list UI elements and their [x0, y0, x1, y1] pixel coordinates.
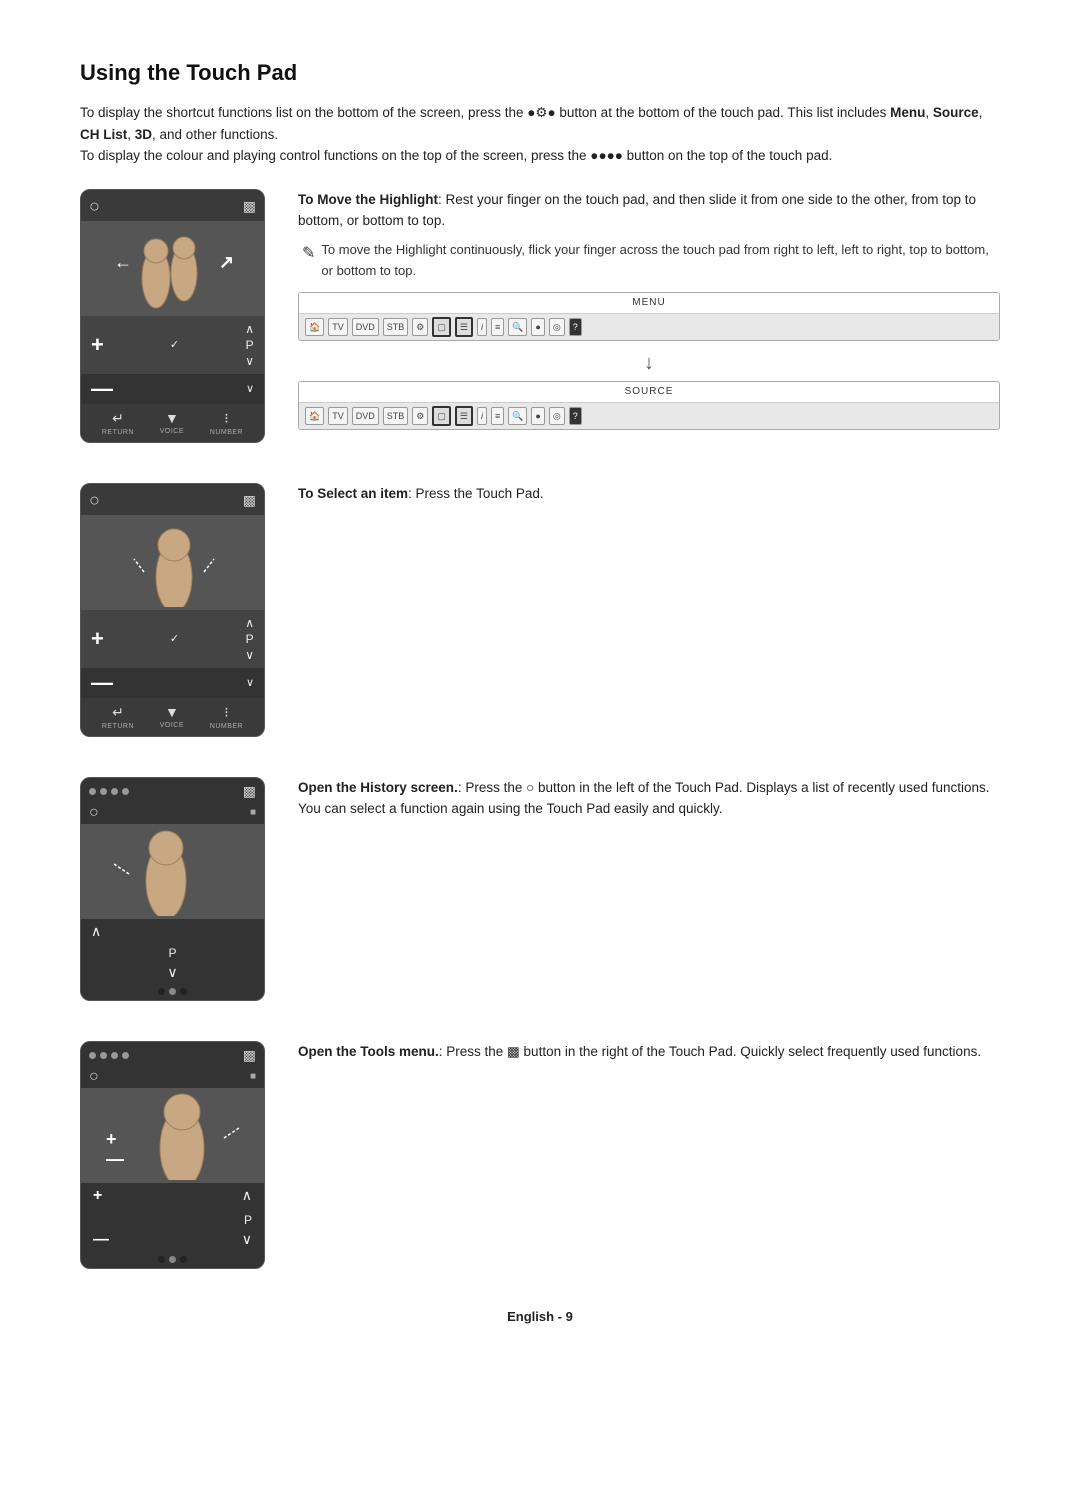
- remote-history-icon: ○: [89, 196, 100, 217]
- remote-tools-icon-3: ▩: [243, 783, 256, 800]
- remote-image-2: ○ ▩ + ✓ ∧ P ∨: [80, 483, 270, 737]
- section-move-highlight: ○ ▩ ← ↗: [80, 189, 1000, 443]
- section-tools: ▩ ○ ■ + — +: [80, 1041, 1000, 1269]
- remote-bottom-buttons: ↵ RETURN ▼ VOICE ⁝ NUMBER: [81, 404, 264, 442]
- remote-hand-area-3: [81, 824, 265, 919]
- hand-svg-1: ← ↗: [94, 223, 254, 313]
- svg-text:↗: ↗: [219, 252, 234, 272]
- section-text-1: To Move the Highlight: Rest your finger …: [298, 189, 1000, 437]
- move-highlight-text: To Move the Highlight: Rest your finger …: [298, 189, 1000, 232]
- remote-check: ✓: [170, 338, 179, 351]
- source-bar-icons: 🏠 TV DVD STB ⚙ ▢ ☰ i ≡ 🔍 ● ◎ ?: [299, 403, 999, 429]
- history-text: Open the History screen.: Press the ○ bu…: [298, 777, 1000, 820]
- tools-text: Open the Tools menu.: Press the ▩ button…: [298, 1041, 1000, 1063]
- menu-bar-wrapper: MENU 🏠 TV DVD STB ⚙ ▢ ☰ i ≡ 🔍 ● ◎ ? ↓: [298, 292, 1000, 431]
- remote-control-1: ○ ▩ ← ↗: [80, 189, 265, 443]
- hand-svg-3: [94, 826, 254, 916]
- note-icon: ✎: [302, 241, 315, 282]
- remote-tools-icon-2: ▩: [243, 492, 256, 509]
- remote-minus: —: [91, 376, 113, 402]
- remote-return-btn: ↵ RETURN: [102, 410, 134, 436]
- remote-control-4: ▩ ○ ■ + — +: [80, 1041, 265, 1269]
- remote-image-4: ▩ ○ ■ + — +: [80, 1041, 270, 1269]
- remote-image-1: ○ ▩ ← ↗: [80, 189, 270, 443]
- svg-text:+: +: [106, 1129, 117, 1149]
- remote-hand-area-4: + —: [81, 1088, 265, 1183]
- remote-dots-row: ▩: [81, 778, 264, 802]
- remote-control-3: ▩ ○ ■ ∧ P: [80, 777, 265, 1001]
- remote-history-icon-3: ○: [89, 804, 99, 822]
- remote-mid-row: + ✓ ∧ P ∨: [81, 316, 264, 374]
- hand-svg-4: + —: [94, 1090, 254, 1180]
- remote-control-2: ○ ▩ + ✓ ∧ P ∨: [80, 483, 265, 737]
- remote-tools-icon: ▩: [243, 198, 256, 215]
- intro-text: To display the shortcut functions list o…: [80, 102, 1000, 167]
- arrow-down: ↓: [298, 347, 1000, 379]
- source-bar-title: SOURCE: [299, 382, 999, 403]
- remote-hand-area-1: ← ↗: [81, 221, 265, 316]
- move-highlight-note: ✎ To move the Highlight continuously, fl…: [298, 240, 1000, 282]
- section-text-3: Open the History screen.: Press the ○ bu…: [298, 777, 1000, 828]
- remote-history-icon-4: ○: [89, 1068, 99, 1086]
- remote-number-btn: ⁝ NUMBER: [210, 410, 243, 436]
- remote-history-icon-2: ○: [89, 490, 100, 511]
- section-select-item: ○ ▩ + ✓ ∧ P ∨: [80, 483, 1000, 737]
- remote-mid-row-2: + ✓ ∧ P ∨: [81, 610, 264, 668]
- menu-bar-icons: 🏠 TV DVD STB ⚙ ▢ ☰ i ≡ 🔍 ● ◎ ?: [299, 314, 999, 340]
- remote-voice-btn: ▼ VOICE: [160, 410, 184, 435]
- footer: English - 9: [80, 1309, 1000, 1324]
- menu-bar-title: MENU: [299, 293, 999, 314]
- remote-bottom-2: ↵ RETURN ▼ VOICE ⁝ NUMBER: [81, 698, 264, 736]
- remote-plus: +: [91, 332, 104, 358]
- section-history: ▩ ○ ■ ∧ P: [80, 777, 1000, 1001]
- remote-dots-row-2: ▩: [81, 1042, 264, 1066]
- menu-bar: MENU 🏠 TV DVD STB ⚙ ▢ ☰ i ≡ 🔍 ● ◎ ?: [298, 292, 1000, 341]
- page-title: Using the Touch Pad: [80, 60, 1000, 86]
- remote-image-3: ▩ ○ ■ ∧ P: [80, 777, 270, 1001]
- section-text-4: Open the Tools menu.: Press the ▩ button…: [298, 1041, 1000, 1071]
- remote-hand-area-2: [81, 515, 265, 610]
- footer-text: English - 9: [507, 1309, 573, 1324]
- remote-tools-icon-4: ▩: [243, 1047, 256, 1064]
- select-item-text: To Select an item: Press the Touch Pad.: [298, 483, 1000, 505]
- section-text-2: To Select an item: Press the Touch Pad.: [298, 483, 1000, 513]
- source-bar: SOURCE 🏠 TV DVD STB ⚙ ▢ ☰ i ≡ 🔍 ● ◎ ?: [298, 381, 1000, 430]
- svg-text:—: —: [106, 1149, 124, 1169]
- remote-v-row: — ∨: [81, 374, 264, 404]
- remote-arrows: ∧ P ∨: [245, 322, 254, 368]
- hand-svg-2: [94, 517, 254, 607]
- svg-text:←: ←: [114, 252, 132, 272]
